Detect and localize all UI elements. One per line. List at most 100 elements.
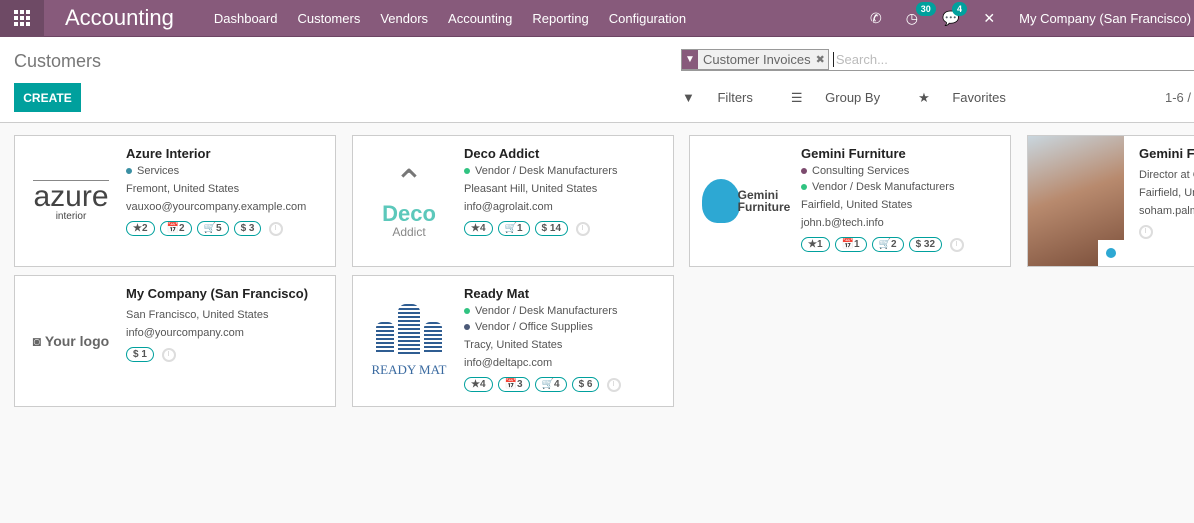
card-function: Director at Gemini Furniture: [1139, 169, 1194, 181]
logo-subtext: Furniture: [737, 200, 791, 214]
search-input[interactable]: [832, 51, 1194, 67]
kanban-card[interactable]: READY MAT Ready Mat Vendor / Desk Manufa…: [352, 275, 674, 407]
activity-badge: 30: [915, 2, 936, 16]
search-facet: ▼ Customer Invoices ✖: [681, 48, 829, 70]
camera-icon: ◙: [32, 333, 45, 349]
logo-text: Your logo: [44, 333, 110, 349]
opportunities-pill[interactable]: ★4: [464, 377, 493, 392]
category-tag: Consulting Services: [801, 165, 1006, 177]
meetings-pill[interactable]: 📅3: [497, 377, 530, 392]
category-tag: Vendor / Desk Manufacturers: [801, 181, 1006, 193]
clock-icon[interactable]: [1139, 225, 1153, 239]
search-options: ▼ Filters ☰ Group By ★ Favorites: [682, 90, 1044, 106]
group-by-label: Group By: [825, 90, 881, 105]
tools-icon[interactable]: ✕: [983, 10, 995, 27]
card-location: Fremont, United States: [126, 183, 240, 195]
messages-icon[interactable]: 💬 4: [942, 2, 967, 27]
chair-icon: [701, 179, 740, 223]
card-location: Tracy, United States: [464, 339, 563, 351]
favorites-label: Favorites: [952, 90, 1006, 105]
compass-icon: ⌃: [393, 162, 425, 203]
opportunities-pill[interactable]: ★1: [801, 237, 830, 252]
app-title: Accounting: [65, 5, 174, 30]
phone-icon[interactable]: ✆: [870, 10, 882, 27]
category-tag: Vendor / Desk Manufacturers: [464, 305, 669, 317]
clock-icon[interactable]: [950, 237, 965, 252]
logo-subtext: Addict: [392, 225, 426, 239]
kanban-card[interactable]: ⌃ Deco Addict Deco Addict Vendor / Desk …: [352, 135, 674, 267]
kanban-card[interactable]: azure interior Azure Interior Services F…: [14, 135, 336, 267]
kanban-card[interactable]: Gemini Furniture Gemini Furniture Consul…: [689, 135, 1011, 267]
meetings-pill[interactable]: 📅2: [159, 221, 192, 236]
card-name: Ready Mat: [464, 286, 530, 301]
kanban-card[interactable]: Gemini Furniture, Soham Palmer Director …: [1027, 135, 1194, 267]
contact-photo: [1028, 136, 1124, 266]
card-name: My Company (San Francisco): [126, 286, 309, 301]
apps-menu-button[interactable]: [0, 0, 44, 37]
card-name: Gemini Furniture, Soham Palmer: [1139, 146, 1194, 161]
logo-text: Deco: [382, 201, 436, 226]
meetings-pill[interactable]: 📅1: [834, 237, 867, 252]
remove-facet-icon[interactable]: ✖: [816, 53, 828, 66]
card-location: Fairfield, United States: [801, 199, 913, 211]
card-location: Pleasant Hill, United States: [464, 183, 598, 195]
menu-dashboard[interactable]: Dashboard: [214, 11, 278, 26]
menu-configuration[interactable]: Configuration: [609, 11, 686, 26]
menu-customers[interactable]: Customers: [297, 11, 360, 26]
page-title: Customers: [14, 51, 102, 71]
opportunities-pill[interactable]: ★4: [464, 221, 493, 236]
list-icon: ☰: [790, 90, 807, 105]
invoices-pill[interactable]: $ 3: [233, 221, 262, 236]
card-email: john.b@tech.info: [801, 217, 884, 229]
clock-icon[interactable]: [576, 221, 591, 236]
card-email: soham.palmer15@example.com: [1139, 205, 1194, 217]
company-logo: READY MAT: [353, 276, 465, 406]
sales-pill[interactable]: 🛒1: [497, 221, 530, 236]
filters-button[interactable]: ▼ Filters: [682, 90, 772, 106]
invoices-pill[interactable]: $ 14: [534, 221, 569, 236]
clock-icon[interactable]: [607, 377, 622, 392]
create-button[interactable]: CREATE: [14, 83, 81, 112]
invoices-pill[interactable]: $ 32: [908, 237, 943, 252]
facet-value: Customer Invoices: [703, 51, 811, 67]
filter-icon: ▼: [682, 90, 699, 105]
kanban-card[interactable]: ◙ Your logo My Company (San Francisco) S…: [14, 275, 336, 407]
grid-icon: [14, 10, 30, 26]
group-by-button[interactable]: ☰ Group By: [791, 90, 899, 106]
filter-icon: ▼: [682, 49, 698, 69]
menu-vendors[interactable]: Vendors: [380, 11, 428, 26]
company-logo: ◙ Your logo: [15, 276, 127, 406]
company-logo: Gemini Furniture: [690, 136, 802, 266]
menu-accounting[interactable]: Accounting: [448, 11, 512, 26]
company-switcher[interactable]: My Company (San Francisco): [1019, 11, 1191, 26]
top-navbar: Accounting Dashboard Customers Vendors A…: [0, 0, 1194, 37]
messages-badge: 4: [951, 2, 967, 16]
invoices-pill[interactable]: $ 1: [126, 347, 154, 362]
main-menu: Dashboard Customers Vendors Accounting R…: [214, 11, 706, 26]
card-email: info@deltapc.com: [464, 357, 553, 369]
systray: ✆ ◷ 30 💬 4 ✕ My Company (San Francisco): [870, 0, 1191, 37]
sales-pill[interactable]: 🛒4: [534, 377, 567, 392]
logo-text: READY MAT: [371, 362, 447, 377]
invoices-pill[interactable]: $ 6: [571, 377, 600, 392]
company-logo: azure interior: [15, 136, 127, 266]
card-email: info@agrolait.com: [464, 201, 553, 213]
sales-pill[interactable]: 🛒5: [196, 221, 229, 236]
company-mini-logo: [1098, 240, 1124, 266]
activity-icon[interactable]: ◷ 30: [906, 2, 936, 27]
opportunities-pill[interactable]: ★2: [126, 221, 155, 236]
clock-icon[interactable]: [269, 221, 284, 236]
card-name: Gemini Furniture: [801, 146, 906, 161]
search-bar: ▼ Customer Invoices ✖: [681, 48, 1194, 71]
sales-pill[interactable]: 🛒2: [871, 237, 904, 252]
buildings-icon: [372, 304, 447, 354]
card-location: Fairfield, United States: [1139, 187, 1194, 199]
category-tag: Vendor / Desk Manufacturers: [464, 165, 669, 177]
control-panel: Customers CREATE ▼ Customer Invoices ✖ ▼…: [0, 37, 1194, 123]
card-location: San Francisco, United States: [126, 309, 269, 321]
clock-icon[interactable]: [161, 347, 176, 362]
pager[interactable]: 1-6 /: [1165, 90, 1191, 105]
menu-reporting[interactable]: Reporting: [532, 11, 588, 26]
favorites-button[interactable]: ★ Favorites: [918, 90, 1025, 106]
card-email: info@yourcompany.com: [126, 327, 244, 339]
